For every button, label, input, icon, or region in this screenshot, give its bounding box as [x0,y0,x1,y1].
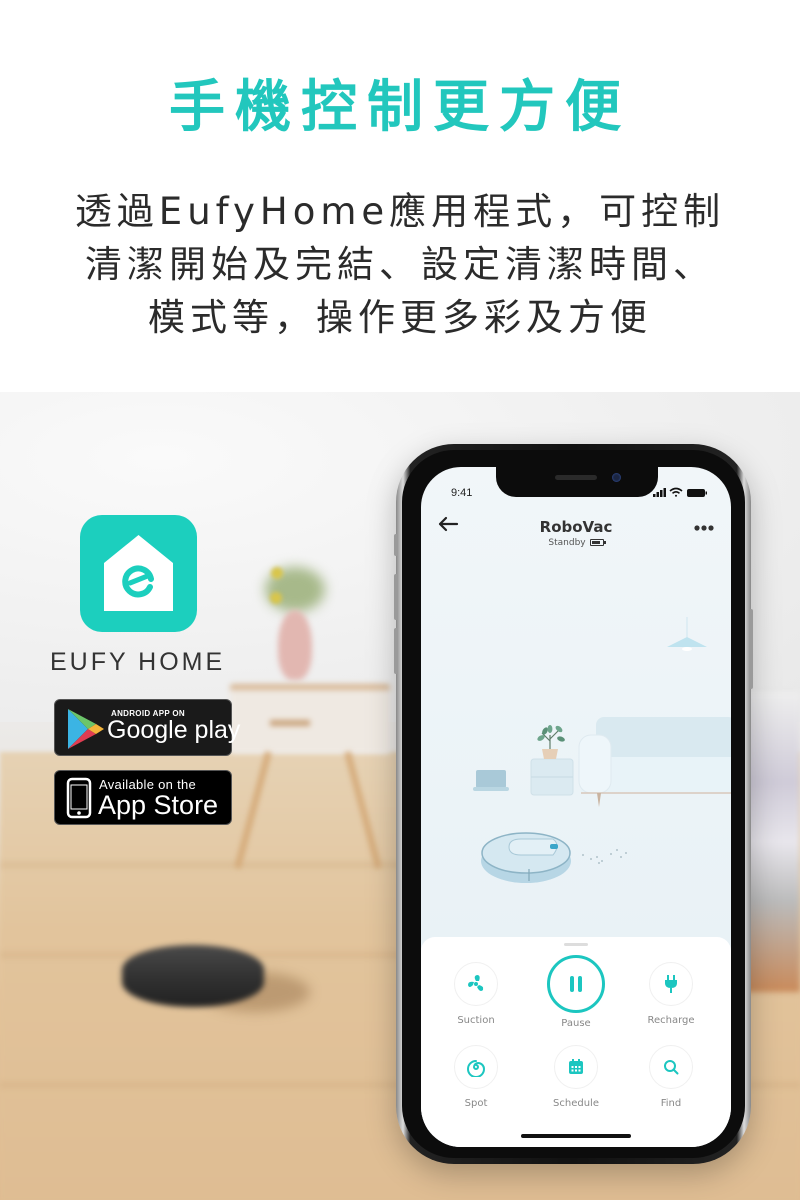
potted-plant-icon [537,725,565,759]
recharge-label: Recharge [647,1015,695,1026]
phone-screen: 9:41 RoboVac Standby Suction Pause Recha… [421,467,731,1147]
speaker [555,475,597,480]
google-play-triangle-icon [68,709,104,749]
find-circle [649,1045,693,1089]
signal-icon [653,488,666,497]
volume-up-button [394,574,398,620]
room-illustration [473,617,731,883]
front-camera [612,473,621,482]
mute-switch [394,534,398,556]
side-table [230,684,390,754]
charging-dock-icon [473,770,509,791]
vase [278,610,312,680]
google-play-text: Google play [107,716,241,744]
schedule-label: Schedule [553,1098,599,1109]
more-button[interactable] [693,517,715,536]
header-section: 手機控制更方便 透過EufyHome應用程式，可控制 清潔開始及完結、設定清潔時… [0,0,800,392]
iphone-icon [66,777,92,819]
device-title: RoboVac [539,518,613,536]
wifi-icon [669,487,683,497]
status-icons [653,487,707,497]
description-line: 模式等，操作更多彩及方便 [148,296,652,339]
description-line: 透過EufyHome應用程式，可控制 [74,190,726,233]
suction-button[interactable]: Suction [431,962,521,1026]
suction-label: Suction [457,1015,495,1026]
plug-icon [665,975,677,993]
debris-dots [582,849,627,864]
volume-down-button [394,628,398,674]
fan-icon [468,975,484,991]
robot-vacuum [122,945,264,1007]
eufy-home-house-icon [104,535,173,611]
home-indicator[interactable] [521,1134,631,1138]
pause-label: Pause [561,1018,591,1029]
device-battery-icon [589,539,606,546]
pause-button[interactable]: Pause [531,955,621,1029]
flower [270,592,282,604]
google-play-badge[interactable]: ANDROID APP ON Google play [54,699,240,756]
spiral-icon [467,1060,486,1077]
control-sheet: Suction Pause Recharge Spot Schedule Fin… [421,937,731,1147]
spot-circle [454,1045,498,1089]
find-label: Find [660,1098,682,1109]
sheet-drag-handle[interactable] [564,943,588,946]
nightstand-icon [530,758,574,796]
calendar-icon [569,1059,583,1074]
more-dots-icon [694,525,714,531]
description: 透過EufyHome應用程式，可控制 清潔開始及完結、設定清潔時間、 模式等，操… [0,185,800,344]
device-status: Standby [421,538,731,548]
pause-circle [547,955,605,1013]
description-line: 清潔開始及完結、設定清潔時間、 [85,243,715,286]
search-icon [664,1060,679,1075]
power-button [749,609,753,689]
headline: 手機控制更方便 [169,75,631,140]
schedule-button[interactable]: Schedule [531,1045,621,1109]
eufy-home-app-icon[interactable] [80,515,197,632]
schedule-circle [554,1045,598,1089]
app-name: EUFY HOME [50,648,226,676]
app-store-text: App Store [98,790,219,820]
pendant-lamp-icon [667,617,707,651]
battery-icon [687,489,707,497]
phone-mockup: 9:41 RoboVac Standby Suction Pause Recha… [394,444,753,1164]
status-time: 9:41 [451,487,473,499]
flower [271,567,283,579]
find-button[interactable]: Find [626,1045,716,1109]
recharge-button[interactable]: Recharge [626,962,716,1026]
pause-icon [570,976,582,992]
notch [496,467,658,497]
sofa-icon [578,717,731,807]
recharge-circle [649,962,693,1006]
suction-circle [454,962,498,1006]
phone-bezel: 9:41 RoboVac Standby Suction Pause Recha… [402,450,745,1158]
app-store-badge[interactable]: Available on the App Store [54,770,232,825]
spot-button[interactable]: Spot [431,1045,521,1109]
spot-label: Spot [464,1098,488,1109]
device-status-text: Standby [548,538,586,548]
robot-vacuum-illustration [481,832,571,883]
